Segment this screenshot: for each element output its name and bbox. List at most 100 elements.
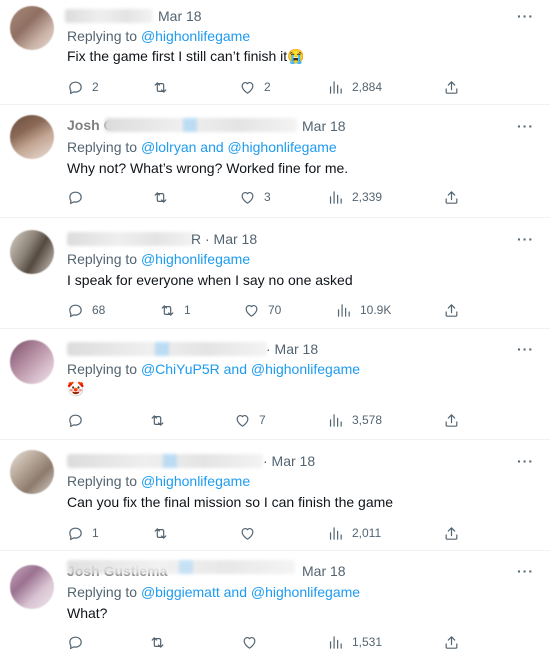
reply-button[interactable]: 1 [67,523,99,543]
heart-icon [241,634,258,651]
timestamp[interactable]: R · Mar 18 [191,231,257,247]
views-button[interactable]: 1,531 [327,632,382,652]
view-count: 10.9K [360,303,392,317]
more-options-icon[interactable]: ··· [517,453,534,469]
retweet-count: 1 [184,303,191,317]
action-bar: 1,531 [67,632,467,652]
retweet-button[interactable] [152,77,177,97]
reply-count: 1 [92,526,99,540]
action-bar: 68 1 70 10.9K [67,300,467,320]
action-bar: 2 2 2,884 [67,77,467,97]
timestamp[interactable]: Mar 18 [302,118,346,134]
avatar[interactable] [10,230,54,274]
like-count: 2 [264,80,271,94]
tweet-text: Why not? What’s wrong? Worked fine for m… [67,160,349,176]
heart-icon [243,302,260,319]
avatar[interactable] [10,6,54,50]
more-options-icon[interactable]: ··· [517,8,534,24]
replying-to: Replying to @lolryan and @highonlifegame [67,139,337,155]
replying-to: Replying to @highonlifegame [67,28,250,44]
mention-link[interactable]: @highonlifegame [141,251,250,267]
display-name-redacted[interactable] [105,118,297,132]
like-button[interactable]: 3 [239,187,271,207]
reply-count: 2 [92,80,99,94]
mention-link[interactable]: @biggiematt and @highonlifegame [141,584,360,600]
timestamp[interactable]: · Mar 18 [266,341,318,357]
share-button[interactable] [443,410,460,430]
like-button[interactable]: 70 [243,300,281,320]
tweet-text: 🤡 [67,381,84,398]
share-button[interactable] [443,523,460,543]
views-button[interactable]: 2,884 [327,77,382,97]
reply-count: 68 [92,303,106,317]
action-bar: 1 2,011 [67,523,467,543]
tweet-text: I speak for everyone when I say no one a… [67,272,353,288]
reply-bubble-icon [67,525,84,542]
analytics-bars-icon [335,302,352,319]
views-button[interactable]: 2,339 [327,187,382,207]
display-name-redacted[interactable] [65,9,153,23]
display-name-redacted[interactable] [67,560,295,574]
more-options-icon[interactable]: ··· [517,118,534,134]
retweet-button[interactable] [149,410,174,430]
reply-button[interactable]: 68 [67,300,105,320]
retweet-button[interactable] [149,632,174,652]
like-count: 7 [259,413,266,427]
like-button[interactable] [241,632,266,652]
more-options-icon[interactable]: ··· [517,231,534,247]
mention-link[interactable]: @highonlifegame [141,473,250,489]
tweet-reply-5[interactable]: · Mar 18 ··· Replying to @highonlifegame… [0,440,550,550]
share-button[interactable] [443,300,460,320]
retweet-button[interactable] [152,523,177,543]
action-bar: 7 3,578 [67,410,467,430]
retweet-button[interactable]: 1 [159,300,191,320]
timestamp[interactable]: Mar 18 [158,8,202,24]
display-name-redacted[interactable] [67,342,267,356]
replying-prefix: Replying to [67,584,141,600]
more-options-icon[interactable]: ··· [517,563,534,579]
replying-to: Replying to @ChiYuP5R and @highonlifegam… [67,361,360,377]
tweet-reply-3[interactable]: R · Mar 18 ··· Replying to @highonlifega… [0,218,550,328]
heart-icon [239,79,256,96]
tweet-reply-2[interactable]: Josh C Mar 18 ··· Replying to @lolryan a… [0,105,550,217]
mention-link[interactable]: @lolryan and @highonlifegame [141,139,337,155]
more-options-icon[interactable]: ··· [517,341,534,357]
retweet-button[interactable] [152,187,177,207]
share-button[interactable] [443,77,460,97]
like-count: 70 [268,303,282,317]
like-button[interactable] [239,523,264,543]
display-name-redacted[interactable] [67,454,263,468]
avatar[interactable] [10,340,54,384]
tweet-reply-1[interactable]: Mar 18 ··· Replying to @highonlifegame F… [0,0,550,104]
action-bar: 3 2,339 [67,187,467,207]
tweet-reply-6[interactable]: Josh Gustiema Mar 18 ··· Replying to @bi… [0,551,550,662]
tweet-reply-4[interactable]: · Mar 18 ··· Replying to @ChiYuP5R and @… [0,329,550,439]
analytics-bars-icon [327,79,344,96]
retweet-icon [152,525,169,542]
timestamp[interactable]: Mar 18 [302,563,346,579]
timestamp[interactable]: · Mar 18 [263,453,315,469]
reply-button[interactable] [67,410,92,430]
share-button[interactable] [443,632,460,652]
avatar[interactable] [10,450,54,494]
views-button[interactable]: 2,011 [327,523,381,543]
share-button[interactable] [443,187,460,207]
reply-button[interactable] [67,632,92,652]
replying-to: Replying to @highonlifegame [67,473,250,489]
view-count: 2,884 [352,80,383,94]
mention-link[interactable]: @highonlifegame [141,28,250,44]
analytics-bars-icon [327,189,344,206]
reply-button[interactable] [67,187,92,207]
reply-bubble-icon [67,79,84,96]
views-button[interactable]: 3,578 [327,410,382,430]
reply-button[interactable]: 2 [67,77,99,97]
avatar[interactable] [10,565,54,609]
replying-to: Replying to @highonlifegame [67,251,250,267]
display-name-redacted[interactable] [67,232,195,246]
like-button[interactable]: 7 [234,410,266,430]
mention-link[interactable]: @ChiYuP5R and @highonlifegame [141,361,360,377]
views-button[interactable]: 10.9K [335,300,391,320]
retweet-icon [152,189,169,206]
like-button[interactable]: 2 [239,77,271,97]
avatar[interactable] [10,115,54,159]
